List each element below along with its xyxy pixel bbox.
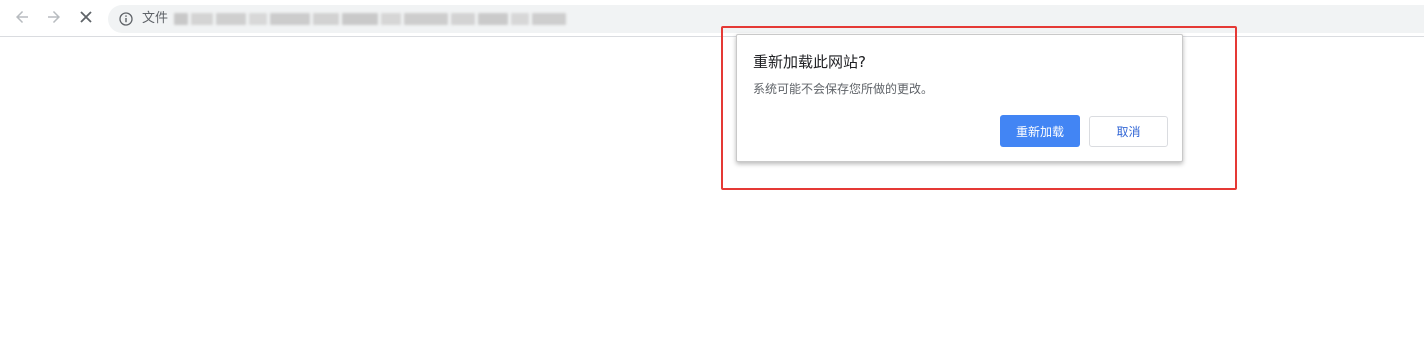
url-text-redacted (174, 13, 566, 26)
reload-confirm-dialog: 重新加载此网站? 系统可能不会保存您所做的更改。 重新加载 取消 (736, 34, 1183, 162)
info-icon[interactable] (118, 11, 134, 27)
cancel-button[interactable]: 取消 (1089, 116, 1168, 147)
forward-button[interactable] (40, 5, 68, 33)
dialog-title: 重新加载此网站? (753, 53, 866, 71)
arrow-left-icon (14, 9, 30, 29)
url-scheme-label: 文件 (142, 11, 169, 26)
close-icon (78, 9, 94, 29)
dialog-message: 系统可能不会保存您所做的更改。 (753, 82, 934, 96)
arrow-right-icon (46, 9, 62, 29)
back-button[interactable] (8, 5, 36, 33)
stop-button[interactable] (72, 5, 100, 33)
reload-button[interactable]: 重新加载 (1000, 115, 1080, 147)
